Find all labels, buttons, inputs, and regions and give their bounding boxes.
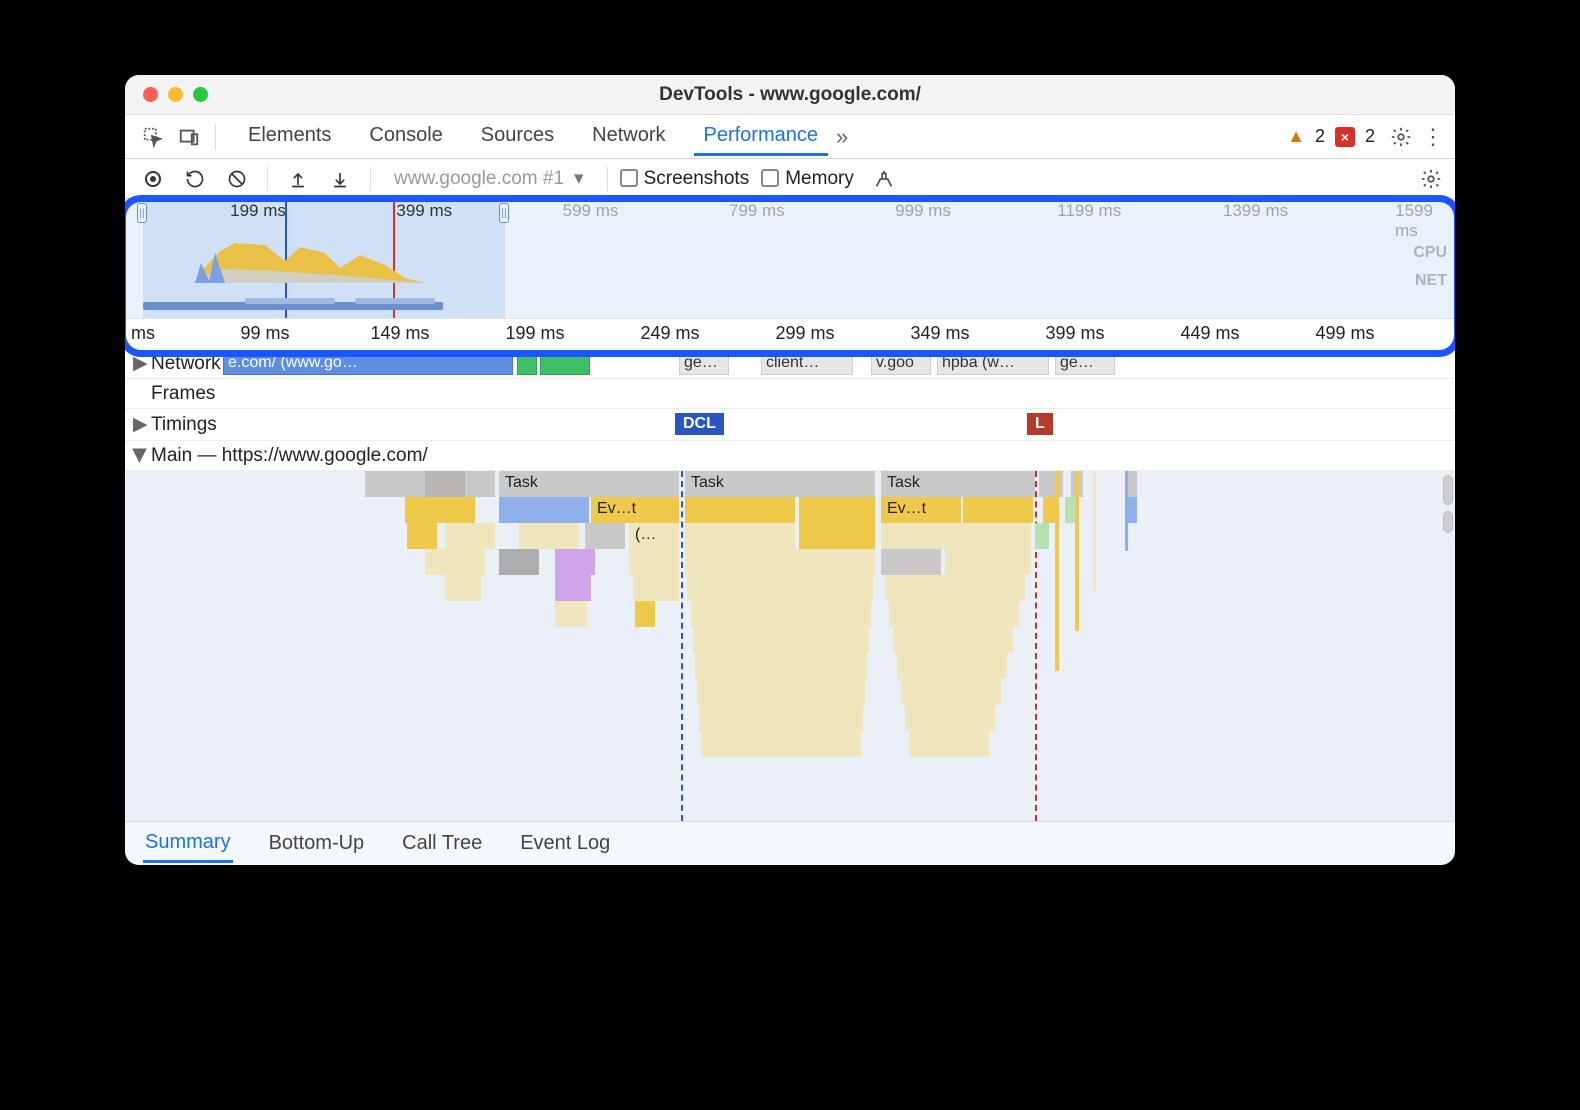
network-entry[interactable] bbox=[517, 351, 537, 375]
tab-call-tree[interactable]: Call Tree bbox=[400, 826, 484, 861]
titlebar: DevTools - www.google.com/ bbox=[125, 75, 1455, 115]
memory-checkbox[interactable]: Memory bbox=[761, 168, 854, 190]
more-tabs-icon[interactable]: » bbox=[828, 124, 856, 150]
flame-scrollbar[interactable] bbox=[1443, 475, 1453, 505]
tracks: ▶Network e.com/ (www.go…ge…client…v.gooh… bbox=[125, 349, 1455, 821]
disclosure-icon[interactable]: ▶ bbox=[129, 449, 152, 463]
network-entry[interactable]: hpba (w… bbox=[937, 351, 1049, 375]
inspect-icon[interactable] bbox=[135, 119, 171, 155]
tab-performance[interactable]: Performance bbox=[694, 118, 829, 156]
devtools-tabbar: Elements Console Sources Network Perform… bbox=[125, 115, 1455, 159]
main-flamegraph[interactable]: Task Task Task Ev…t Ev…t bbox=[125, 471, 1455, 821]
screenshots-checkbox[interactable]: Screenshots bbox=[620, 168, 750, 190]
detail-ruler[interactable]: ms 99 ms 149 ms 199 ms 249 ms 299 ms 349… bbox=[125, 319, 1455, 349]
tab-sources[interactable]: Sources bbox=[471, 118, 564, 156]
recording-select[interactable]: www.google.com #1 ▾ bbox=[383, 166, 595, 191]
overview-handle-right[interactable]: || bbox=[499, 203, 509, 223]
net-overview bbox=[125, 302, 1455, 312]
network-track[interactable]: ▶Network e.com/ (www.go…ge…client…v.gooh… bbox=[125, 349, 1455, 379]
cpu-label: CPU bbox=[1413, 239, 1447, 267]
overview-handle-left[interactable]: || bbox=[137, 203, 147, 223]
save-profile-icon[interactable] bbox=[322, 161, 358, 197]
main-track-header[interactable]: ▶Main — https://www.google.com/ bbox=[125, 441, 1455, 471]
tab-console[interactable]: Console bbox=[359, 118, 452, 156]
network-entry[interactable]: e.com/ (www.go… bbox=[223, 351, 513, 375]
window-title: DevTools - www.google.com/ bbox=[125, 84, 1455, 106]
timings-track[interactable]: ▶Timings DCL L bbox=[125, 409, 1455, 441]
frames-track[interactable]: Frames bbox=[125, 379, 1455, 409]
error-count: 2 bbox=[1365, 126, 1375, 147]
tab-elements[interactable]: Elements bbox=[238, 118, 341, 156]
capture-settings-gear-icon[interactable] bbox=[1415, 168, 1447, 190]
load-profile-icon[interactable] bbox=[280, 161, 316, 197]
timeline-overview[interactable]: 199 ms 399 ms 599 ms 799 ms 999 ms 1199 … bbox=[125, 199, 1455, 319]
tab-network[interactable]: Network bbox=[582, 118, 675, 156]
flame-scrollbar[interactable] bbox=[1443, 511, 1453, 533]
chevron-down-icon: ▾ bbox=[574, 167, 584, 190]
network-entry[interactable]: client… bbox=[761, 351, 853, 375]
kebab-menu-icon[interactable]: ⋮ bbox=[1417, 124, 1449, 150]
record-icon[interactable] bbox=[135, 161, 171, 197]
error-icon[interactable]: × bbox=[1335, 127, 1355, 147]
cpu-overview-chart bbox=[125, 233, 1455, 283]
warning-icon[interactable]: ▲ bbox=[1287, 126, 1305, 147]
devtools-window: DevTools - www.google.com/ Elements Cons… bbox=[125, 75, 1455, 865]
tab-event-log[interactable]: Event Log bbox=[518, 826, 612, 861]
garbage-collect-icon[interactable] bbox=[866, 161, 902, 197]
clear-icon[interactable] bbox=[219, 161, 255, 197]
network-entry[interactable]: ge… bbox=[1055, 351, 1115, 375]
dcl-badge[interactable]: DCL bbox=[675, 413, 724, 435]
load-badge[interactable]: L bbox=[1027, 413, 1053, 435]
network-entry[interactable]: ge… bbox=[679, 351, 729, 375]
settings-gear-icon[interactable] bbox=[1385, 126, 1417, 148]
device-toolbar-icon[interactable] bbox=[171, 119, 207, 155]
network-entry[interactable] bbox=[540, 351, 590, 375]
network-entry[interactable]: v.goo bbox=[871, 351, 931, 375]
tab-summary[interactable]: Summary bbox=[143, 825, 233, 863]
reload-record-icon[interactable] bbox=[177, 161, 213, 197]
tab-bottom-up[interactable]: Bottom-Up bbox=[267, 826, 367, 861]
net-label: NET bbox=[1413, 267, 1447, 295]
performance-toolbar: www.google.com #1 ▾ Screenshots Memory bbox=[125, 159, 1455, 199]
warning-count: 2 bbox=[1315, 126, 1325, 147]
details-tabs: Summary Bottom-Up Call Tree Event Log bbox=[125, 821, 1455, 865]
